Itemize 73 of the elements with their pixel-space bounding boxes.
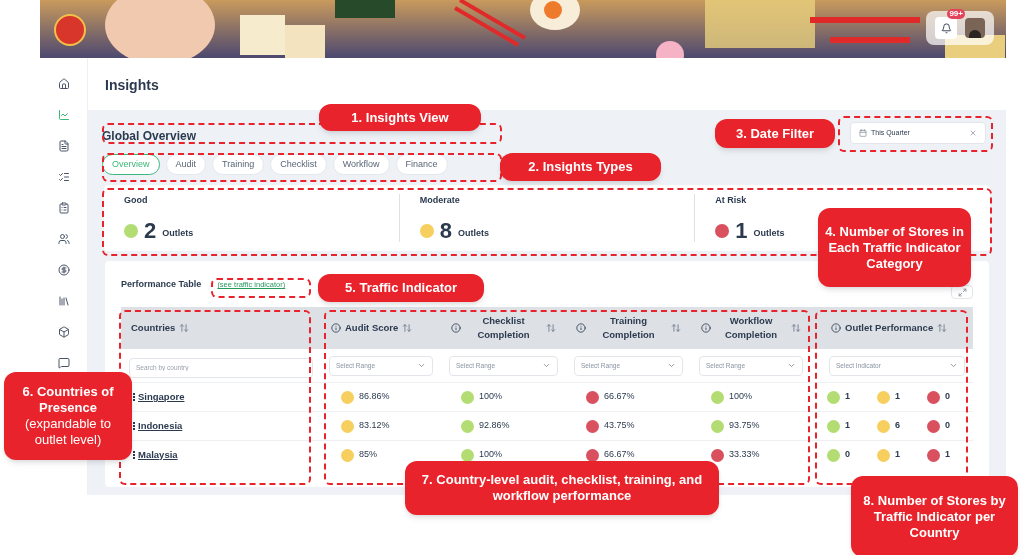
outlet-count: 1 bbox=[845, 419, 850, 433]
insight-tab[interactable]: Checklist bbox=[270, 154, 327, 175]
country-link[interactable]: Singapore bbox=[138, 389, 185, 405]
outlet-count: 6 bbox=[895, 419, 900, 433]
chevron-icon bbox=[667, 361, 676, 370]
stat-count: 1 bbox=[735, 220, 748, 242]
page-title: Insights bbox=[104, 76, 160, 95]
annotation-callout: 8. Number of Stores by Traffic Indicator per Country bbox=[851, 476, 1018, 555]
stat-count: 2 bbox=[144, 220, 157, 242]
stat-count: 8 bbox=[439, 220, 452, 242]
sort-icon bbox=[179, 323, 190, 333]
annotation-callout: 4. Number of Stores in Each Traffic Indicator Category bbox=[818, 208, 971, 287]
outlet-count: 0 bbox=[845, 448, 850, 462]
stat-label: Good bbox=[124, 194, 149, 207]
sort-icon bbox=[546, 323, 556, 333]
stat-unit: Outlets bbox=[753, 227, 785, 241]
column-header[interactable]: Audit Score bbox=[321, 307, 441, 349]
outlet-count: 1 bbox=[845, 390, 850, 404]
outlet-count: 0 bbox=[945, 390, 950, 404]
chevron-icon bbox=[542, 361, 551, 370]
outlet-count: 1 bbox=[895, 448, 900, 462]
bell-icon bbox=[940, 22, 952, 34]
annotation-callout: 1. Insights View bbox=[319, 104, 481, 131]
sort-icon bbox=[402, 323, 413, 333]
sort-icon bbox=[671, 323, 681, 333]
notification-badge: 99+ bbox=[947, 9, 965, 19]
insight-tab[interactable]: Training bbox=[212, 154, 265, 175]
outlet-count: 1 bbox=[895, 390, 900, 404]
stat-unit: Outlets bbox=[162, 227, 194, 241]
table-cell: 93.75% bbox=[729, 419, 760, 433]
chevron-icon bbox=[949, 361, 958, 370]
table-title: Performance Table bbox=[121, 278, 202, 292]
stat-label: At Risk bbox=[715, 194, 748, 207]
avatar[interactable] bbox=[965, 18, 985, 38]
insight-tab[interactable]: Workflow bbox=[332, 154, 390, 175]
table-cell: 66.67% bbox=[604, 390, 635, 404]
annotation-callout: 6. Countries of Presence (expandable to outlet level) bbox=[4, 372, 132, 460]
table-cell: 33.33% bbox=[729, 448, 760, 462]
table-cell: 100% bbox=[479, 390, 503, 404]
table-cell: 100% bbox=[479, 448, 503, 462]
outlet-count: 1 bbox=[945, 448, 950, 462]
annotation-callout: 7. Country-level audit, checklist, training, and workflow performance bbox=[405, 461, 719, 515]
table-cell: 83.12% bbox=[359, 419, 390, 433]
table-cell: 85% bbox=[359, 448, 377, 462]
insight-tab[interactable]: Audit bbox=[165, 154, 207, 175]
table-cell: 43.75% bbox=[604, 419, 635, 433]
table-cell: 92.86% bbox=[479, 419, 510, 433]
column-header[interactable]: Training Completion bbox=[566, 307, 691, 349]
annotation-callout: 2. Insights Types bbox=[500, 153, 661, 181]
table-cell: 66.67% bbox=[604, 448, 635, 462]
notification-button[interactable] bbox=[935, 17, 957, 39]
chevron-icon bbox=[787, 361, 796, 370]
chevron-icon bbox=[417, 361, 426, 370]
outlet-count: 0 bbox=[945, 419, 950, 433]
annotation-callout: 3. Date Filter bbox=[715, 119, 835, 148]
stat-unit: Outlets bbox=[457, 227, 489, 241]
expand-icon bbox=[957, 287, 967, 297]
annotation-callout: 5. Traffic Indicator bbox=[318, 274, 484, 302]
column-header[interactable]: Workflow Completion bbox=[691, 307, 811, 349]
stat-label: Moderate bbox=[419, 194, 461, 207]
calendar-icon bbox=[859, 129, 867, 137]
sort-icon bbox=[937, 323, 948, 333]
column-header[interactable]: Checklist Completion bbox=[441, 307, 566, 349]
country-link[interactable]: Indonesia bbox=[138, 418, 183, 434]
column-header[interactable]: Countries bbox=[121, 307, 321, 349]
section-title: Global Overview bbox=[102, 128, 197, 145]
column-header[interactable]: Outlet Performance bbox=[821, 307, 973, 349]
country-link[interactable]: Malaysia bbox=[138, 447, 178, 463]
clear-icon bbox=[969, 129, 977, 137]
table-cell: 86.86% bbox=[359, 390, 390, 404]
sort-icon bbox=[791, 323, 801, 333]
table-cell: 100% bbox=[729, 390, 753, 404]
insight-tab[interactable]: Finance bbox=[395, 154, 448, 175]
